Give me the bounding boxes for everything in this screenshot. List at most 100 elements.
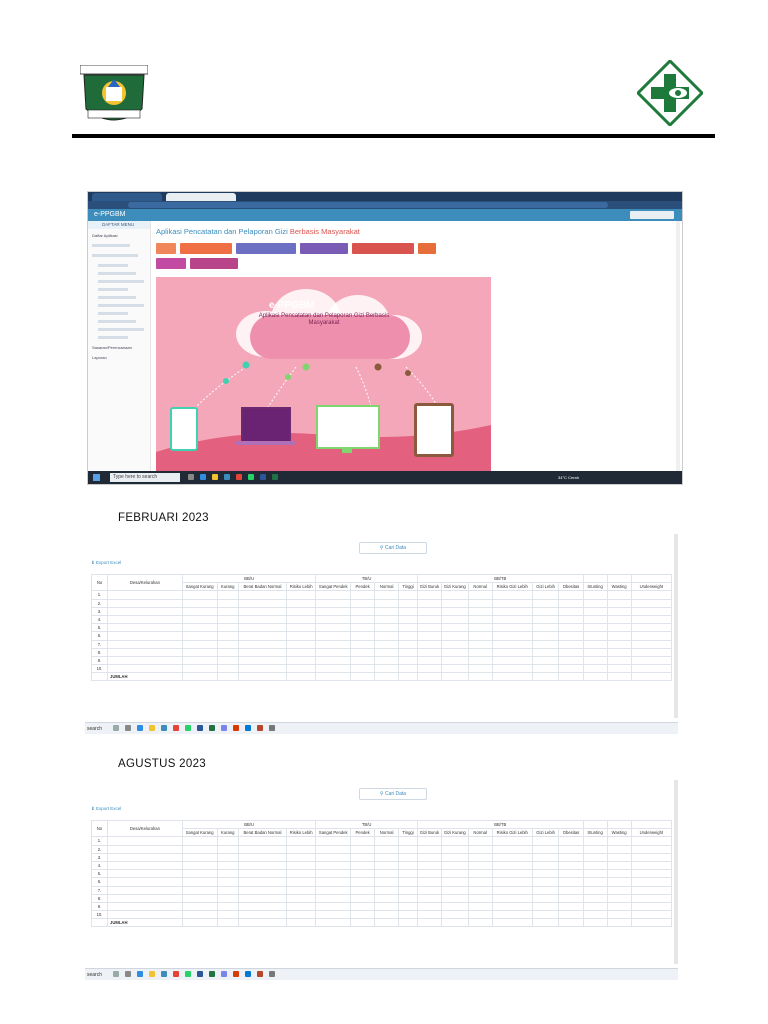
store-icon[interactable] xyxy=(224,474,230,480)
taskbar-app-icon[interactable] xyxy=(197,725,203,731)
category-button[interactable] xyxy=(156,258,186,269)
sidebar-item[interactable] xyxy=(98,295,136,300)
taskbar-app-icon[interactable] xyxy=(221,725,227,731)
taskbar-app-icon[interactable] xyxy=(257,971,263,977)
sidebar-item[interactable] xyxy=(98,327,144,332)
table-cell xyxy=(398,852,418,862)
sidebar-item[interactable] xyxy=(98,303,144,308)
column-header: No xyxy=(90,573,109,592)
url-field[interactable] xyxy=(128,202,608,208)
taskbar-app-icon[interactable] xyxy=(149,971,155,977)
table-cell xyxy=(467,885,493,895)
sidebar-item[interactable]: Daftar Aplikasi xyxy=(92,233,118,238)
table-cell xyxy=(237,901,287,912)
sidebar-item[interactable] xyxy=(98,287,128,292)
folder-icon[interactable] xyxy=(212,474,218,480)
scrollbar[interactable] xyxy=(674,534,678,718)
taskbar-search[interactable]: Type here to search xyxy=(110,473,180,482)
user-menu[interactable] xyxy=(630,211,674,219)
taskbar-search[interactable]: search xyxy=(87,972,102,978)
table-cell xyxy=(237,647,287,657)
table-cell xyxy=(107,844,183,854)
whatsapp-icon[interactable] xyxy=(248,474,254,480)
table-row: 9. xyxy=(90,901,673,912)
taskbar-app-icon[interactable] xyxy=(245,725,251,731)
table-cell xyxy=(416,877,442,887)
taskbar-search[interactable]: search xyxy=(87,726,102,732)
sidebar-item[interactable] xyxy=(92,253,138,258)
word-icon[interactable] xyxy=(260,474,266,480)
sidebar-item[interactable] xyxy=(98,311,128,316)
category-button[interactable] xyxy=(180,243,232,254)
app-brand[interactable]: e-PPGBM xyxy=(94,211,126,218)
export-excel-link[interactable]: ⬇ Export Excel xyxy=(91,806,121,812)
taskbar-app-icon[interactable] xyxy=(233,971,239,977)
category-button[interactable] xyxy=(236,243,296,254)
taskbar-app-icon[interactable] xyxy=(257,725,263,731)
category-button[interactable] xyxy=(190,258,238,269)
browser-tab[interactable]: WhatsApp xyxy=(92,193,162,207)
table-cell xyxy=(350,885,376,895)
search-data-button[interactable]: ⚲ Cari Data xyxy=(359,788,427,800)
table-cell xyxy=(315,639,352,649)
taskbar-app-icon[interactable] xyxy=(269,725,275,731)
taskbar-app-icon[interactable] xyxy=(125,725,131,731)
taskbar-app-icon[interactable] xyxy=(137,971,143,977)
total-cell xyxy=(491,672,533,682)
category-button[interactable] xyxy=(300,243,348,254)
table-screenshot-february: ⚲ Cari Data ⬇ Export Excel No Desa/Keluraha… xyxy=(85,534,678,734)
category-button[interactable] xyxy=(156,243,176,254)
table-cell xyxy=(374,893,400,903)
table-row: 7. xyxy=(90,639,673,649)
table-cell xyxy=(374,664,400,674)
taskbar-app-icon[interactable] xyxy=(173,725,179,731)
scrollbar[interactable] xyxy=(676,221,680,471)
taskbar-app-icon[interactable] xyxy=(161,971,167,977)
taskbar-app-icon[interactable] xyxy=(185,971,191,977)
export-excel-link[interactable]: ⬇ Export Excel xyxy=(91,560,121,566)
table-cell xyxy=(237,844,287,854)
taskbar-app-icon[interactable] xyxy=(173,971,179,977)
taskbar-app-icon[interactable] xyxy=(269,971,275,977)
sidebar-item[interactable] xyxy=(92,243,130,248)
sidebar-item[interactable]: Laporan xyxy=(92,355,107,360)
taskbar-app-icon[interactable] xyxy=(137,725,143,731)
sidebar-item[interactable] xyxy=(98,263,128,268)
taskbar-app-icon[interactable] xyxy=(185,725,191,731)
windows-start-icon[interactable] xyxy=(93,474,100,481)
taskbar-app-icon[interactable] xyxy=(233,725,239,731)
browser-tab-active[interactable] xyxy=(166,193,236,201)
sidebar-item[interactable] xyxy=(98,319,136,324)
category-button[interactable] xyxy=(418,243,436,254)
excel-icon[interactable] xyxy=(272,474,278,480)
table-cell xyxy=(416,598,442,608)
sidebar-item[interactable] xyxy=(98,335,128,340)
taskbar-app-icon[interactable] xyxy=(149,725,155,731)
task-view-icon[interactable] xyxy=(188,474,194,480)
category-button[interactable] xyxy=(352,243,414,254)
taskbar-app-icon[interactable] xyxy=(125,971,131,977)
taskbar-app-icon[interactable] xyxy=(221,971,227,977)
edge-icon[interactable] xyxy=(200,474,206,480)
taskbar-app-icon[interactable] xyxy=(209,725,215,731)
table-cell xyxy=(531,869,560,879)
sidebar-item[interactable]: Sasaran/Perencanaan xyxy=(92,345,132,350)
table-cell xyxy=(315,836,352,846)
scrollbar[interactable] xyxy=(674,780,678,964)
taskbar-app-icon[interactable] xyxy=(113,971,119,977)
sidebar-item[interactable] xyxy=(98,279,144,284)
sidebar-item[interactable] xyxy=(98,271,136,276)
search-data-button[interactable]: ⚲ Cari Data xyxy=(359,542,427,554)
chrome-icon[interactable] xyxy=(236,474,242,480)
taskbar-app-icon[interactable] xyxy=(197,971,203,977)
taskbar-app-icon[interactable] xyxy=(209,971,215,977)
taskbar-app-icon[interactable] xyxy=(245,971,251,977)
table-cell xyxy=(491,901,533,912)
table-cell xyxy=(467,606,493,616)
group-header-blank xyxy=(630,573,673,584)
total-cell xyxy=(558,672,584,682)
taskbar-app-icon[interactable] xyxy=(161,725,167,731)
taskbar-app-icon[interactable] xyxy=(113,725,119,731)
windows-taskbar: search xyxy=(85,968,678,980)
table-cell xyxy=(416,639,442,649)
